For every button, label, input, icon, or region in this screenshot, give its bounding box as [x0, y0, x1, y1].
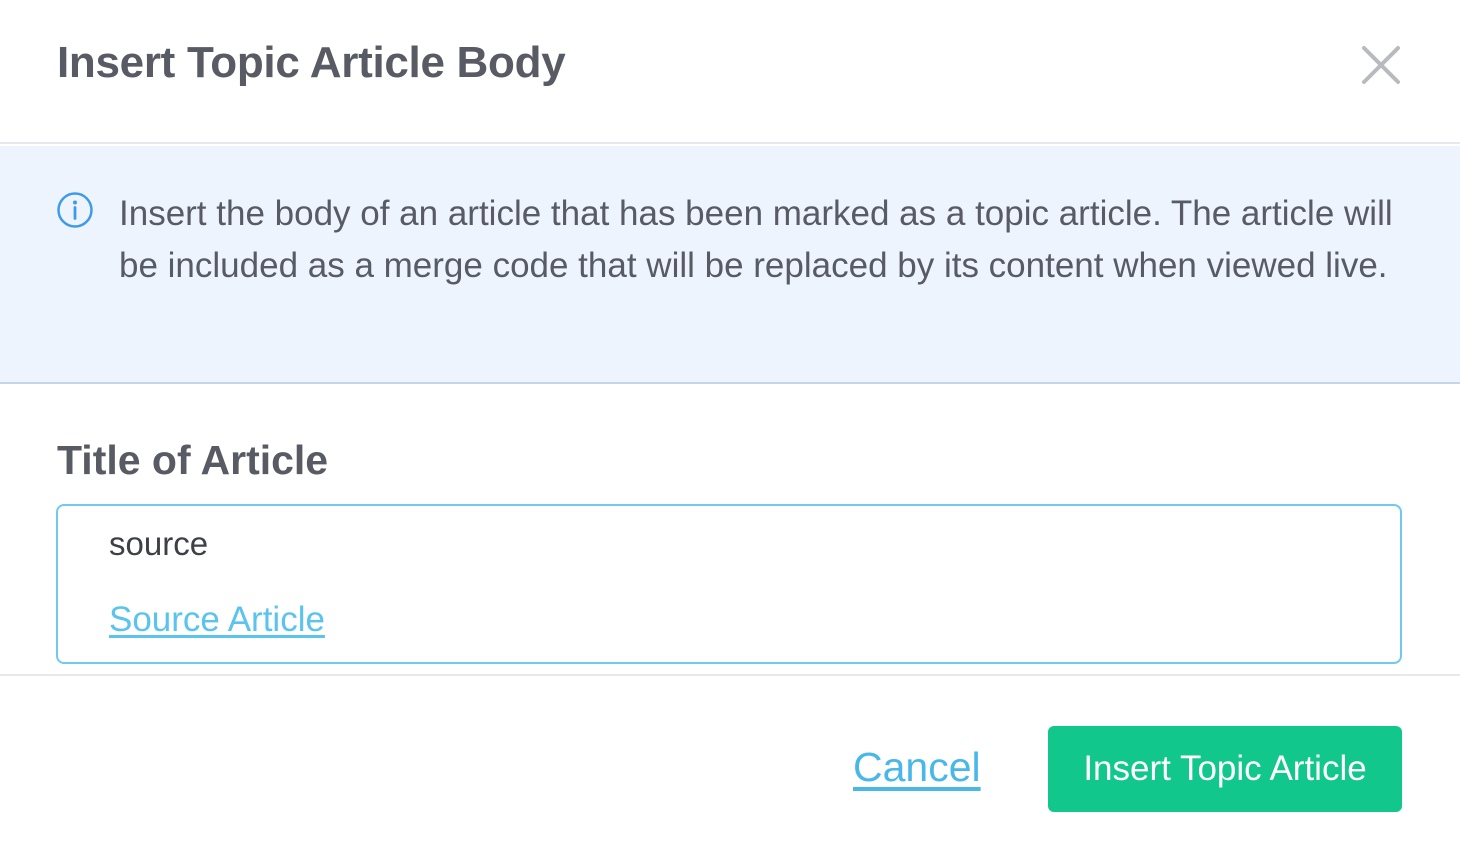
cancel-button[interactable]: Cancel	[853, 744, 981, 791]
search-input-value[interactable]: source	[109, 525, 208, 563]
close-button[interactable]	[1358, 42, 1404, 88]
close-icon	[1362, 46, 1400, 84]
article-search-dropdown[interactable]	[56, 504, 1402, 664]
insert-topic-article-button[interactable]: Insert Topic Article	[1048, 726, 1402, 812]
suggestion-source-article[interactable]: Source Article	[109, 600, 325, 640]
dialog-header: Insert Topic Article Body	[0, 0, 1460, 144]
footer-divider	[0, 674, 1460, 676]
info-icon	[57, 192, 93, 228]
insert-topic-article-dialog: Insert Topic Article Body Insert the bod…	[0, 0, 1460, 844]
field-label: Title of Article	[57, 437, 329, 483]
info-text: Insert the body of an article that has b…	[119, 194, 1393, 285]
dialog-title: Insert Topic Article Body	[57, 38, 566, 87]
